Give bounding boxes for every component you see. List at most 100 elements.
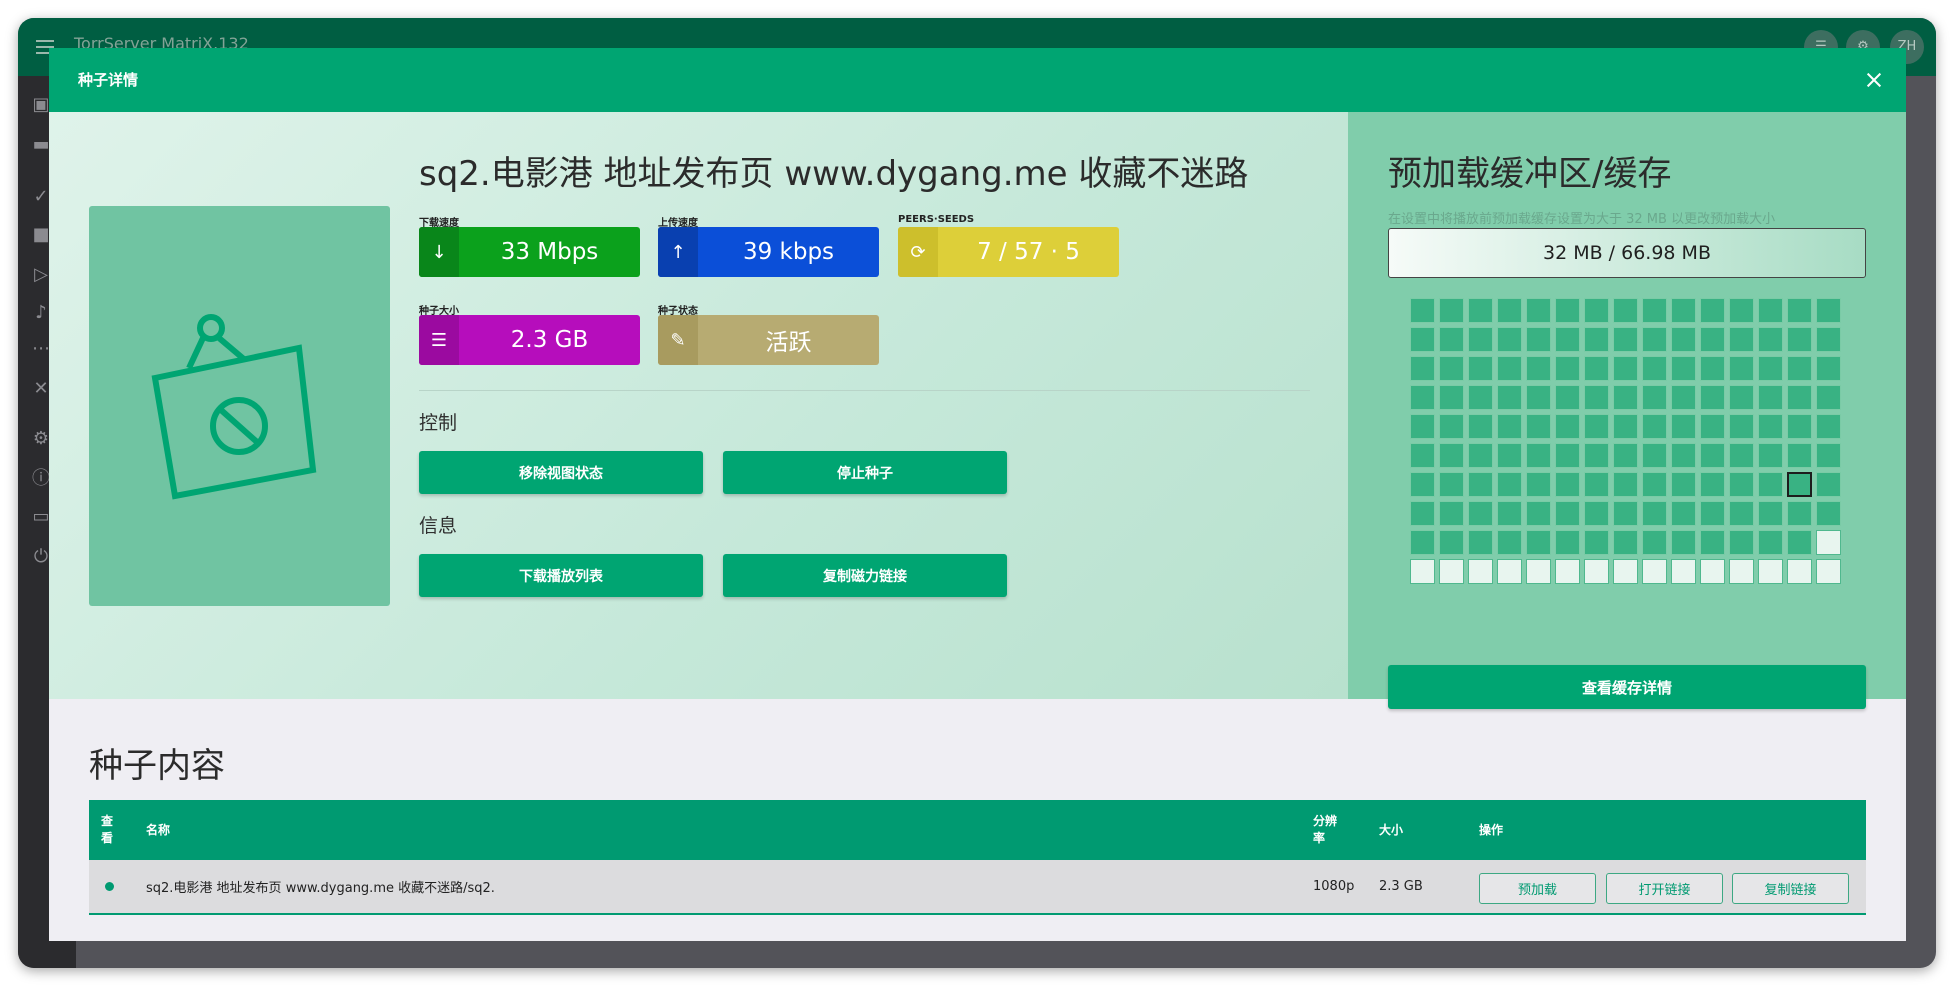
peers-icon: ⟳ [898, 227, 938, 277]
copy-magnet-button[interactable]: 复制磁力链接 [723, 554, 1007, 597]
stat-value: 33 Mbps [500, 239, 599, 265]
cache-piece [1700, 356, 1725, 381]
cache-piece [1671, 327, 1696, 352]
cache-piece [1410, 356, 1435, 381]
file-size: 2.3 GB [1379, 879, 1423, 894]
stat-box: ↑ 39 kbps [658, 227, 879, 277]
cache-usage: 32 MB / 66.98 MB [1388, 228, 1866, 278]
cache-piece [1613, 501, 1638, 526]
table-row: sq2.电影港 地址发布页 www.dygang.me 收藏不迷路/sq2. 1… [89, 860, 1866, 915]
cache-piece [1758, 356, 1783, 381]
cache-piece [1555, 298, 1580, 323]
cache-piece [1700, 530, 1725, 555]
cache-hint: 在设置中将播放前预加载缓存设置为大于 32 MB 以更改预加载大小 [1388, 212, 1776, 227]
cache-piece [1555, 327, 1580, 352]
cache-piece [1555, 472, 1580, 497]
cache-piece [1497, 414, 1522, 439]
cache-piece [1729, 472, 1754, 497]
copy-link-button[interactable]: 复制链接 [1732, 873, 1849, 904]
cache-piece [1584, 559, 1609, 584]
view-cache-details-button[interactable]: 查看缓存详情 [1388, 665, 1866, 709]
cache-grid [1410, 298, 1844, 586]
arrow-down-icon: ↓ [419, 227, 459, 277]
cache-piece [1671, 298, 1696, 323]
cache-piece [1816, 385, 1841, 410]
cache-piece [1584, 443, 1609, 468]
cache-piece [1758, 472, 1783, 497]
cache-piece [1787, 327, 1812, 352]
cache-piece [1468, 530, 1493, 555]
cache-piece [1816, 298, 1841, 323]
cache-piece [1555, 559, 1580, 584]
remove-view-state-button[interactable]: 移除视图状态 [419, 451, 703, 494]
details-panel: sq2.电影港 地址发布页 www.dygang.me 收藏不迷路 下载速度 ↓… [49, 112, 1348, 699]
cache-piece [1439, 530, 1464, 555]
controls-heading: 控制 [419, 412, 458, 434]
stat-value: 2.3 GB [510, 327, 589, 353]
cache-piece [1468, 443, 1493, 468]
cache-piece [1410, 327, 1435, 352]
stop-torrent-button[interactable]: 停止种子 [723, 451, 1007, 494]
cache-piece [1787, 559, 1812, 584]
cache-piece [1816, 327, 1841, 352]
cache-piece [1758, 414, 1783, 439]
cache-piece [1729, 443, 1754, 468]
cache-piece [1642, 472, 1667, 497]
cache-piece [1613, 472, 1638, 497]
stat-box: ☰ 2.3 GB [419, 315, 640, 365]
cache-piece [1816, 530, 1841, 555]
dialog-header: 种子详情 [49, 48, 1906, 112]
cache-piece [1642, 501, 1667, 526]
cache-piece [1497, 530, 1522, 555]
cache-piece [1613, 414, 1638, 439]
torrent-title: sq2.电影港 地址发布页 www.dygang.me 收藏不迷路 [419, 154, 1249, 194]
divider [419, 390, 1310, 391]
cache-piece [1439, 559, 1464, 584]
close-icon[interactable] [1860, 66, 1888, 94]
cache-piece [1410, 530, 1435, 555]
download-playlist-button[interactable]: 下载播放列表 [419, 554, 703, 597]
cache-piece [1526, 530, 1551, 555]
cache-piece [1439, 298, 1464, 323]
cache-piece [1410, 472, 1435, 497]
cache-piece [1555, 385, 1580, 410]
cache-piece [1671, 472, 1696, 497]
cache-piece [1468, 472, 1493, 497]
cache-piece [1758, 559, 1783, 584]
open-link-button[interactable]: 打开链接 [1606, 873, 1723, 904]
cache-piece [1816, 472, 1841, 497]
cache-piece [1729, 327, 1754, 352]
cache-piece [1758, 501, 1783, 526]
cache-piece [1613, 327, 1638, 352]
cache-piece [1700, 443, 1725, 468]
cache-piece [1410, 385, 1435, 410]
cache-piece [1410, 443, 1435, 468]
cache-piece [1526, 385, 1551, 410]
cache-piece [1642, 414, 1667, 439]
cache-piece [1787, 472, 1812, 497]
cache-piece [1497, 298, 1522, 323]
cache-piece [1410, 559, 1435, 584]
col-actions: 操作 [1479, 822, 1504, 837]
cache-piece [1468, 385, 1493, 410]
cache-piece [1468, 414, 1493, 439]
cache-piece [1526, 414, 1551, 439]
preload-button[interactable]: 预加载 [1479, 873, 1596, 904]
viewed-indicator-icon [105, 882, 114, 891]
cache-piece [1729, 414, 1754, 439]
cache-piece [1758, 298, 1783, 323]
cache-piece [1642, 298, 1667, 323]
cache-piece [1787, 501, 1812, 526]
cache-piece [1584, 327, 1609, 352]
cache-piece [1700, 414, 1725, 439]
cache-piece [1439, 501, 1464, 526]
app-window: TorrServer MatriX.132 ☰ ⚙ ZH ▣ ▬ ✓ ■ ▷ ♪… [18, 18, 1936, 968]
cache-piece [1584, 298, 1609, 323]
col-viewed: 查看 [101, 814, 114, 845]
cache-piece [1729, 501, 1754, 526]
cache-piece [1439, 385, 1464, 410]
cache-title: 预加载缓冲区/缓存 [1388, 154, 1672, 194]
cache-piece [1555, 443, 1580, 468]
cache-piece [1584, 472, 1609, 497]
cache-piece [1642, 385, 1667, 410]
